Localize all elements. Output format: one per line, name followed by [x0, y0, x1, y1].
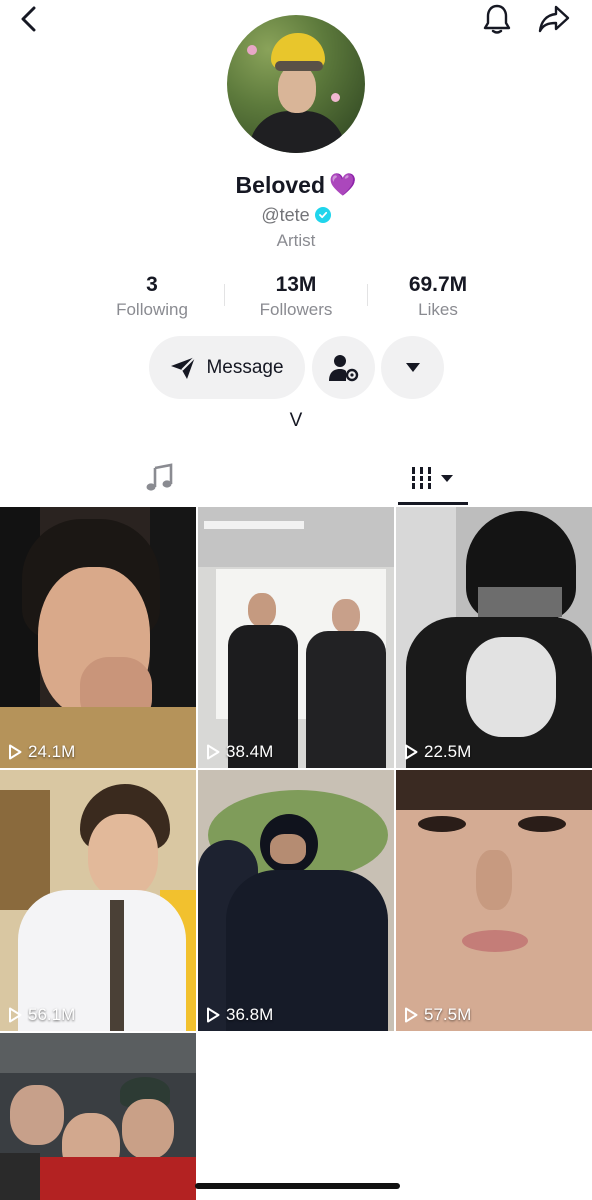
avatar-shirt	[249, 111, 345, 153]
thumbnail-eye	[518, 816, 566, 832]
view-count: 57.5M	[404, 1005, 471, 1025]
profile-actions: Message	[0, 336, 592, 400]
stat-value: 69.7M	[408, 273, 468, 296]
username-handle: @tete	[261, 204, 310, 225]
view-count: 24.1M	[8, 742, 75, 762]
more-options-dropdown[interactable]	[381, 336, 444, 399]
stat-value: 13M	[275, 273, 317, 296]
play-icon	[207, 744, 220, 760]
user-settings-icon	[328, 354, 358, 381]
stat-divider	[224, 284, 225, 306]
view-count: 38.4M	[206, 742, 273, 762]
thumbnail-shirt	[40, 1157, 196, 1200]
thumbnail-eye	[418, 816, 466, 832]
thumbnail-eyes	[478, 587, 562, 617]
avatar-hat-band	[275, 61, 323, 71]
thumbnail-shirt	[0, 1153, 40, 1200]
tab-videos[interactable]	[398, 452, 468, 504]
thumbnail-ceiling	[198, 507, 394, 567]
tab-music[interactable]	[128, 452, 192, 504]
purple-heart-icon: 💜	[329, 172, 357, 197]
thumbnail-face	[332, 599, 360, 633]
stat-likes[interactable]: 69.7M Likes	[368, 271, 508, 321]
play-icon	[207, 1007, 220, 1023]
thumbnail-face	[88, 814, 158, 898]
bio-expand-toggle[interactable]: V	[0, 410, 592, 432]
thumbnail-hand	[466, 637, 556, 737]
content-tabs	[0, 452, 592, 506]
notification-button[interactable]	[480, 2, 514, 36]
grid-bars-icon	[411, 467, 453, 489]
stat-following[interactable]: 3 Following	[82, 271, 222, 321]
play-icon	[405, 744, 418, 760]
view-count: 22.5M	[404, 742, 471, 762]
thumbnail-ceiling	[0, 1033, 196, 1073]
music-note-icon	[146, 463, 173, 491]
message-button-label: Message	[206, 356, 284, 378]
thumbnail-face	[122, 1099, 174, 1159]
share-button[interactable]	[535, 2, 573, 36]
home-indicator[interactable]	[195, 1183, 400, 1189]
view-count-label: 36.8M	[226, 1005, 274, 1024]
handle-row: @tete	[0, 203, 592, 227]
stat-label: Following	[116, 300, 188, 319]
thumbnail-jacket	[306, 631, 386, 768]
video-thumbnail[interactable]: 56.1M	[0, 770, 196, 1031]
video-thumbnail[interactable]: 38.4M	[198, 507, 394, 768]
thumbnail-face	[270, 834, 306, 864]
thumbnail-face	[248, 593, 276, 627]
avatar[interactable]	[227, 15, 365, 153]
profile-name-row: Beloved 💜	[0, 168, 592, 202]
view-count-label: 56.1M	[28, 1005, 76, 1024]
thumbnail-light	[204, 521, 304, 529]
play-icon	[405, 1007, 418, 1023]
stat-followers[interactable]: 13M Followers	[226, 271, 366, 321]
view-count: 56.1M	[8, 1005, 75, 1025]
thumbnail-nose	[476, 850, 512, 910]
thumbnail-lips	[462, 930, 528, 952]
back-button[interactable]	[14, 4, 44, 34]
view-count: 36.8M	[206, 1005, 273, 1025]
video-thumbnail[interactable]: 57.5M	[396, 770, 592, 1031]
profile-bio: Artist	[276, 231, 316, 250]
caret-down-icon	[405, 363, 420, 372]
message-button[interactable]: Message	[149, 336, 305, 399]
verified-badge-icon	[314, 207, 331, 223]
share-arrow-icon	[538, 5, 570, 33]
avatar-face	[278, 65, 316, 113]
stat-value: 3	[146, 273, 158, 296]
avatar-flower	[331, 93, 340, 102]
thumbnail-face	[10, 1085, 64, 1145]
view-count-label: 22.5M	[424, 742, 472, 761]
friend-settings-button[interactable]	[312, 336, 375, 399]
play-icon	[9, 744, 22, 760]
active-tab-indicator	[398, 502, 468, 505]
send-icon	[171, 355, 197, 379]
view-count-label: 24.1M	[28, 742, 76, 761]
video-thumbnail[interactable]: 24.1M	[0, 507, 196, 768]
stat-label: Followers	[259, 300, 333, 319]
avatar-flower	[247, 45, 257, 55]
profile-stats: 3 Following 13M Followers 69.7M Likes	[0, 271, 592, 325]
view-count-label: 57.5M	[424, 1005, 472, 1024]
thumbnail-hair	[396, 770, 592, 810]
stat-label: Likes	[418, 300, 458, 319]
play-icon	[9, 1007, 22, 1023]
chevron-left-icon	[21, 6, 36, 32]
bell-icon	[483, 4, 511, 34]
video-thumbnail[interactable]: 36.8M	[198, 770, 394, 1031]
view-count-label: 38.4M	[226, 742, 274, 761]
thumbnail-window	[0, 790, 50, 910]
display-name: Beloved	[235, 171, 326, 198]
thumbnail-tie	[110, 900, 124, 1031]
video-thumbnail[interactable]: 22.5M	[396, 507, 592, 768]
video-thumbnail[interactable]	[0, 1033, 196, 1200]
